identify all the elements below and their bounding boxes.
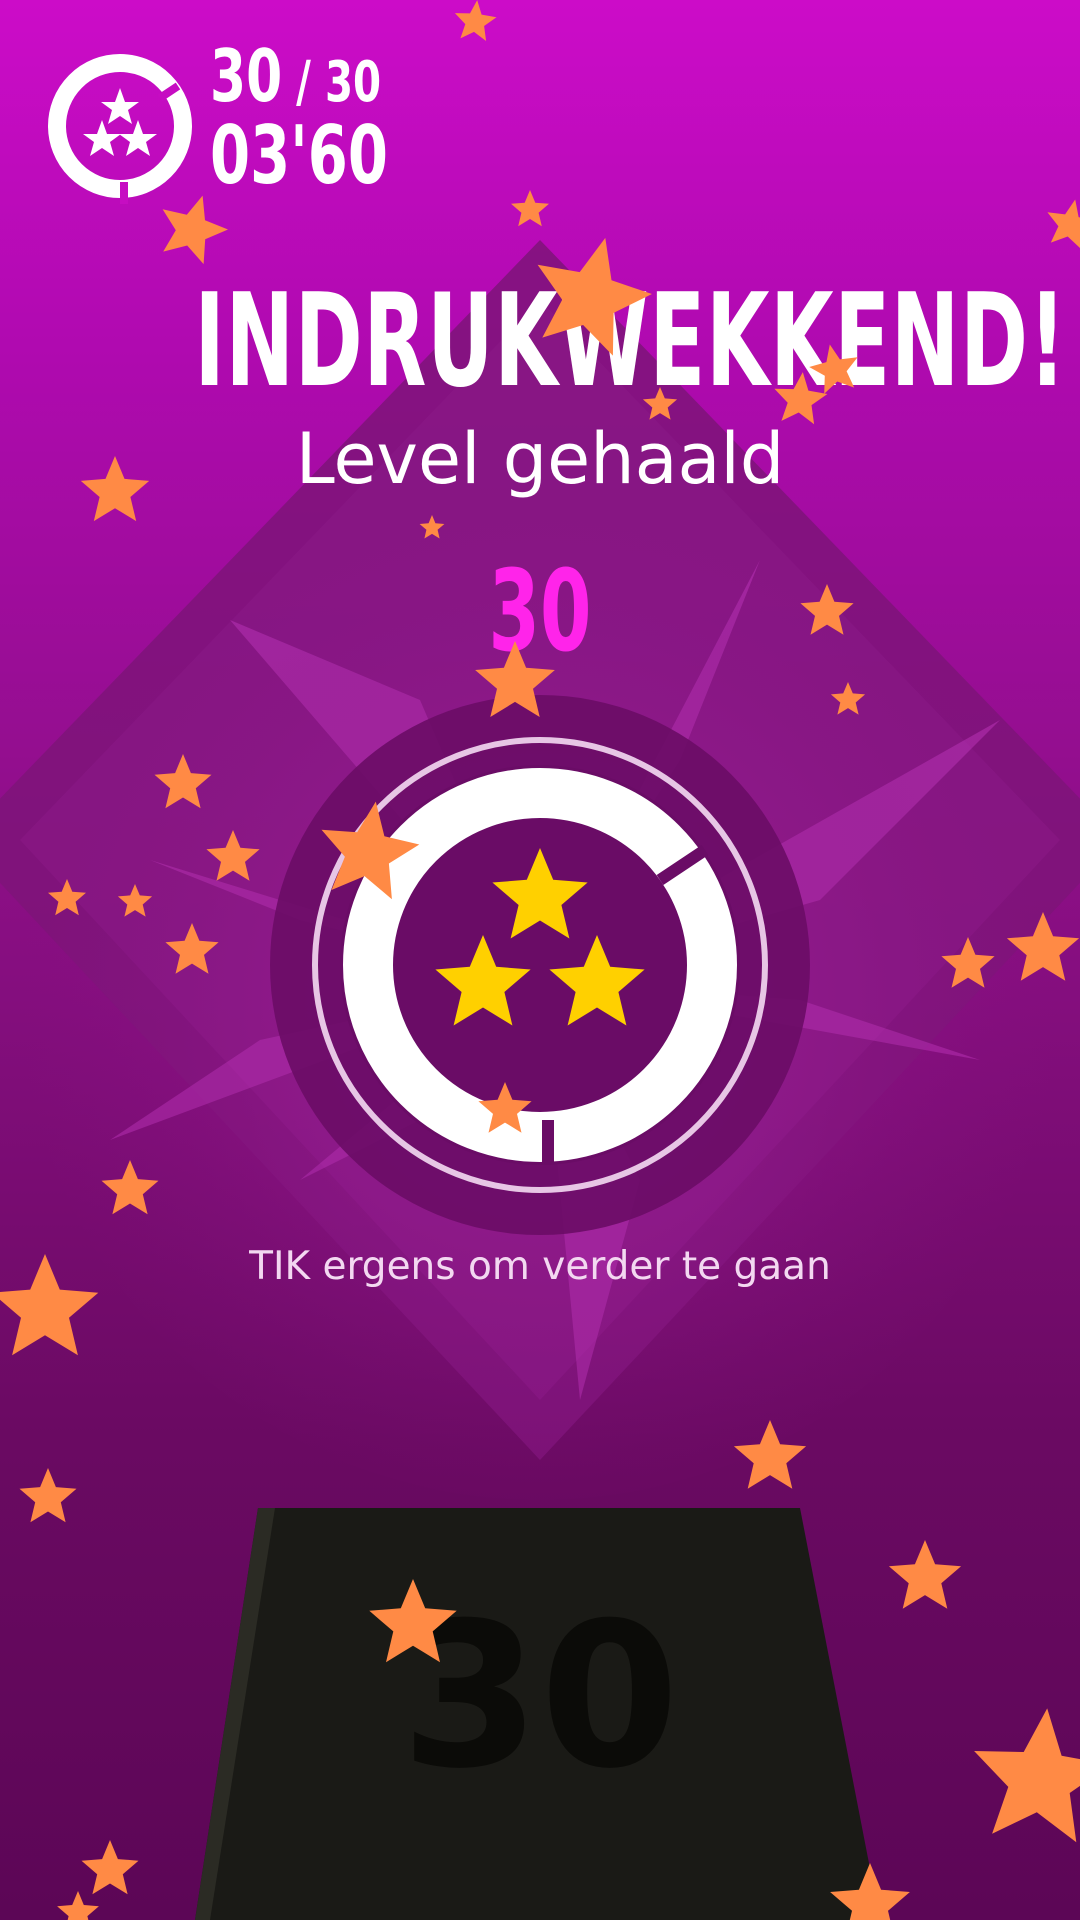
- next-level-block: [195, 1508, 880, 1920]
- stars-separator: /: [296, 50, 311, 115]
- hud-panel: 30 / 30 03'60: [40, 40, 420, 210]
- stars-collected-counter: 30 / 30: [210, 40, 388, 112]
- stars-total-value: 30: [324, 50, 382, 115]
- star-progress-icon: [48, 54, 192, 204]
- result-headline: INDRUKWEKKEND!: [194, 267, 1067, 416]
- rating-badge: [270, 695, 810, 1235]
- stars-collected-value: 30: [210, 34, 283, 118]
- completed-level-number: 30: [488, 547, 592, 677]
- result-subtitle: Level gehaald: [295, 418, 785, 500]
- level-time: 03'60: [210, 109, 388, 202]
- continue-hint: TIK ergens om verder te gaan: [249, 1244, 831, 1289]
